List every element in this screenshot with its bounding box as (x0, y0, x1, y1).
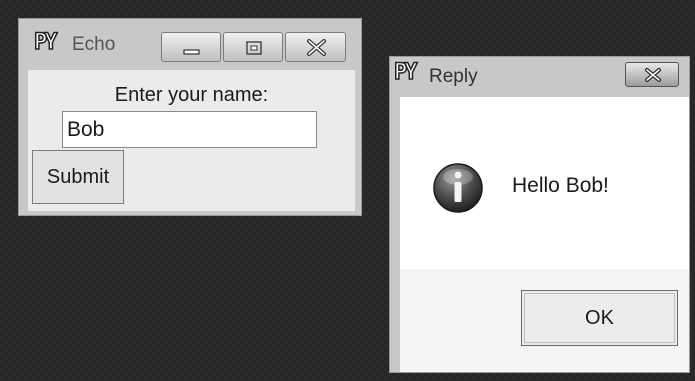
name-input[interactable] (62, 111, 317, 148)
close-button[interactable] (625, 62, 679, 87)
ok-button[interactable]: OK (521, 290, 678, 346)
close-icon (645, 68, 661, 82)
reply-client-area: Hello Bob! OK (400, 97, 689, 372)
minimize-icon (183, 49, 200, 55)
info-icon (433, 163, 483, 213)
close-icon (307, 39, 326, 56)
echo-window-title: Echo (72, 34, 116, 55)
submit-button[interactable]: Submit (32, 150, 124, 204)
close-button[interactable] (285, 32, 346, 62)
reply-message: Hello Bob! (512, 174, 609, 197)
maximize-icon (246, 41, 262, 55)
maximize-button[interactable] (223, 32, 283, 62)
reply-dialog: PY Reply Hello Bob! OK (389, 56, 690, 373)
echo-window: PY Echo Enter your name: Submit (18, 18, 362, 216)
python-logo-icon: PY (393, 59, 418, 86)
minimize-button[interactable] (161, 32, 221, 62)
reply-titlebar[interactable]: PY Reply (390, 57, 689, 99)
message-panel: Hello Bob! (400, 97, 689, 269)
echo-client-area: Enter your name: Submit (28, 70, 355, 211)
echo-titlebar[interactable]: PY Echo (19, 19, 361, 62)
python-logo-icon: PY (33, 29, 58, 56)
reply-dialog-title: Reply (429, 66, 478, 87)
name-prompt-label: Enter your name: (114, 84, 269, 106)
